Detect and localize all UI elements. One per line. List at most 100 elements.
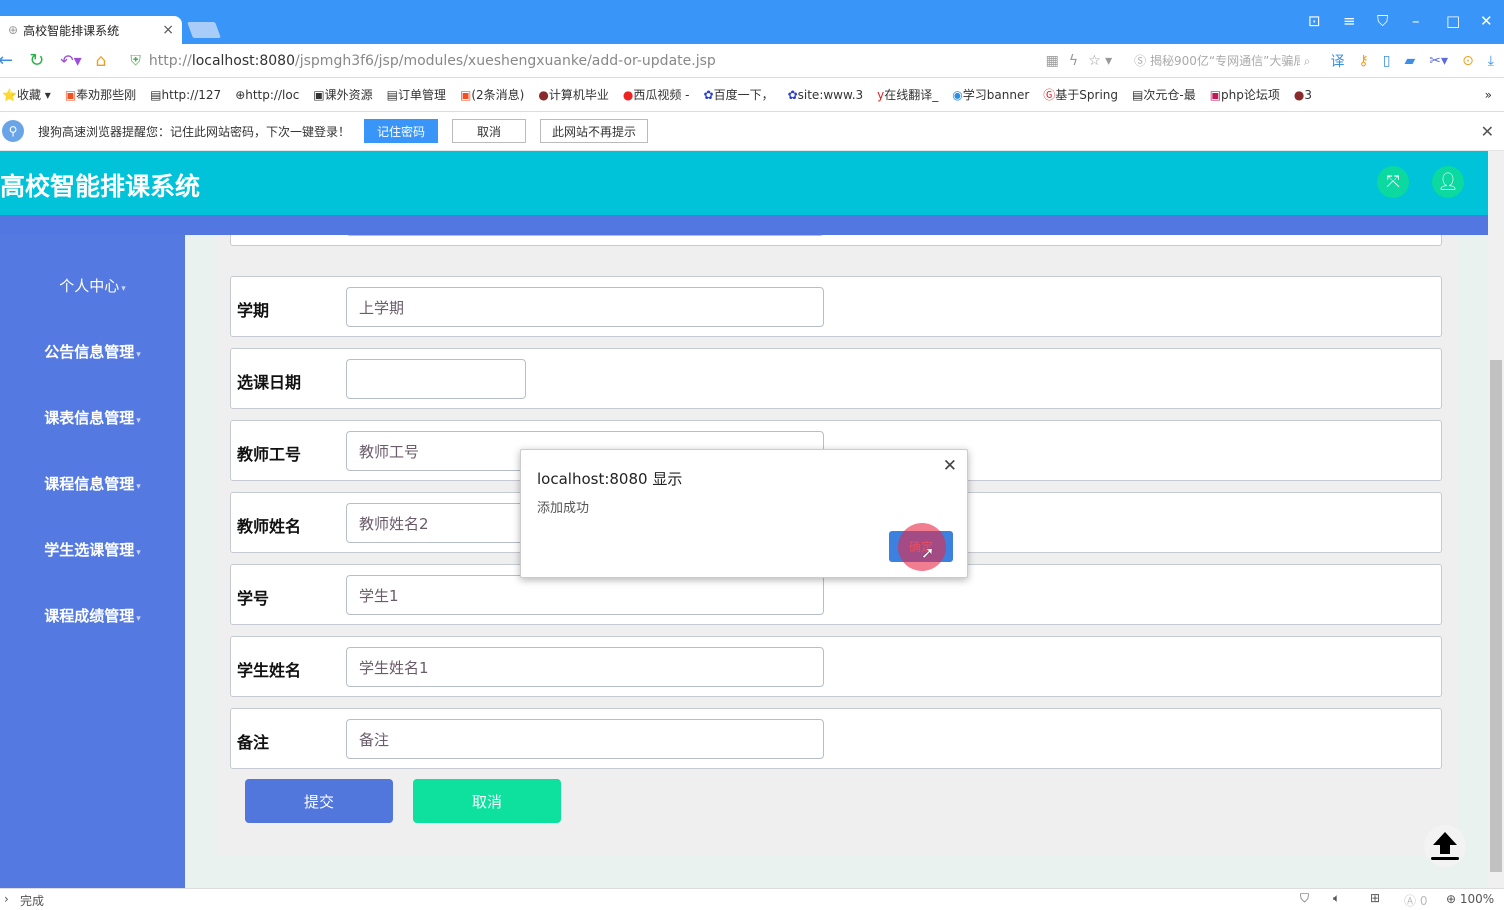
sidebar: 个人中心 ▾ 公告信息管理 ▾ 课表信息管理 ▾ 课程信息管理 ▾ 学生选课管理 ▾ 课程… [0,235,185,888]
bookmark-item[interactable]: ●西瓜视频 - [623,86,690,103]
more-bookmarks-icon[interactable]: » [1485,88,1492,102]
field-label: 备注 [237,733,270,752]
bookmark-item[interactable]: ●3 [1294,88,1312,102]
key-icon: ⚲ [2,120,24,142]
status-arrow-icon: › [4,892,9,906]
shield-icon: ⊕ [8,23,19,37]
adblock-icon[interactable]: Ⓐ 0 [1404,892,1427,909]
more-icon[interactable]: ⊙ [1462,53,1474,69]
back-icon[interactable]: ← [0,50,13,71]
bookmark-item[interactable]: ⊕http://loc [235,88,299,102]
undo-icon[interactable]: ↶▾ [60,51,81,70]
skin-icon[interactable]: ⛉ [1377,12,1388,30]
sidebar-item-selection[interactable]: 学生选课管理 ▾ [0,539,185,560]
date-input[interactable] [346,359,526,399]
sidebar-item-personal[interactable]: 个人中心 ▾ [0,275,185,296]
cancel-button[interactable]: 取消 [413,779,561,823]
zoom-control[interactable]: ⊕ 100% [1446,892,1494,906]
scissors-icon[interactable]: ✂▾ [1429,53,1448,69]
bookmark-item[interactable]: y在线翻译_ [877,86,938,103]
qr-icon[interactable]: ▦ [1046,53,1059,69]
maximize-icon[interactable]: □ [1446,12,1460,30]
sidebar-item-courses[interactable]: 课程信息管理 ▾ [0,473,185,494]
fullscreen-icon[interactable]: ⤧ [1377,166,1409,198]
bookmark-item[interactable]: ▣课外资源 [313,86,372,103]
user-icon[interactable]: 👤︎ [1432,166,1464,198]
menu-icon[interactable]: ≡ [1343,12,1356,30]
bookmark-item[interactable]: ✿百度一下， [704,86,774,103]
close-prompt-icon[interactable]: ✕ [1481,122,1494,141]
home-icon[interactable]: ⌂ [96,51,107,71]
status-text: 完成 [20,894,45,908]
status-bar: › 完成 ⛉ 🔈︎ ⊞ Ⓐ 0 ⊕ 100% [0,888,1504,910]
toolbox-icon[interactable]: ⊞ [1370,891,1380,905]
star-icon[interactable]: ☆ ▾ [1088,53,1112,69]
secure-shield-icon: ⛨ [130,52,141,69]
bookmark-item[interactable]: Ⓖ基于Spring [1043,86,1118,103]
field-label: 选课日期 [237,373,302,392]
bookmark-item[interactable]: ●计算机毕业 [538,86,609,103]
close-window-icon[interactable]: ✕ [1480,12,1493,30]
translate-icon[interactable]: 译 [1331,51,1345,71]
form-row-date: 选课日期 [230,348,1442,409]
sidebar-item-grades[interactable]: 课程成绩管理 ▾ [0,605,185,626]
sidebar-item-timetable[interactable]: 课表信息管理 ▾ [0,407,185,428]
form-row-term: 学期 上学期 [230,276,1442,337]
form-row-grade: 年级大 [230,235,1442,246]
remember-password-button[interactable]: 记住密码 [364,119,439,143]
bookmark-item[interactable]: ▤次元仓-最 [1132,86,1196,103]
grade-input[interactable]: 大 [346,235,824,236]
phone-icon[interactable]: ▯ [1383,53,1391,69]
ad-count: 0 [1419,894,1428,908]
field-label: 学号 [237,589,270,608]
browser-tab[interactable]: ⊕ 高校智能排课系统 × [0,16,182,44]
app-header [0,151,1488,215]
never-prompt-button[interactable]: 此网站不再提示 [540,119,649,143]
dialog-message: 添加成功 [537,501,590,516]
url-input[interactable]: http://localhost:8080/jspmgh3f6/jsp/modu… [149,53,716,69]
bookmarks-bar: ⭐收藏 ▾ ▣奉劝那些刚 ▤http://127 ⊕http://loc ▣课外… [0,78,1504,112]
browser-tab-bar [0,0,1504,44]
close-tab-icon[interactable]: × [162,22,174,38]
refresh-icon[interactable]: ↻ [29,50,44,71]
sidebar-item-notices[interactable]: 公告信息管理 ▾ [0,341,185,362]
bookmark-item[interactable]: ⭐收藏 ▾ [2,86,51,103]
bookmark-item[interactable]: ◉学习banner [952,86,1029,103]
field-label: 学生姓名 [237,661,302,680]
close-dialog-icon[interactable]: ✕ [943,456,957,476]
dialog-title: localhost:8080 显示 [537,470,683,488]
sound-icon[interactable]: 🔈︎ [1333,891,1340,906]
submit-button[interactable]: 提交 [245,779,393,823]
download-icon[interactable]: ⤓ [1488,53,1494,69]
tab-count-icon[interactable]: ⊡ [1308,12,1321,30]
minimize-icon[interactable]: – [1412,12,1420,30]
bookmark-item[interactable]: ✿site:www.3 [788,88,864,102]
bookmark-item[interactable]: ▣奉劝那些刚 [65,86,136,103]
student-id-input[interactable]: 学生1 [346,575,824,615]
address-bar: ← ↻ ↶▾ ⌂ ⛨ http://localhost:8080/jspmgh3… [0,44,1504,78]
field-label: 学期 [237,301,270,320]
form-row-student-name: 学生姓名 学生姓名1 [230,636,1442,697]
zoom-level: 100% [1459,892,1495,906]
scrollbar-thumb[interactable] [1490,360,1502,872]
term-input[interactable]: 上学期 [346,287,824,327]
cancel-prompt-button[interactable]: 取消 [452,119,527,143]
header-strip [0,215,1488,235]
new-tab-button[interactable] [187,22,221,38]
sd-card-icon[interactable]: ▰ [1405,53,1416,69]
bookmark-item[interactable]: ▤http://127 [150,88,221,102]
remark-input[interactable]: 备注 [346,719,824,759]
security-icon[interactable]: ⛉ [1300,891,1309,906]
bookmark-item[interactable]: ▣php论坛项 [1210,86,1280,103]
password-prompt-bar: ⚲ 搜狗高速浏览器提醒您：记住此网站密码，下次一键登录！ 记住密码 取消 此网站… [0,112,1504,151]
form-row-remark: 备注 备注 [230,708,1442,769]
mouse-cursor-icon: ➚ [921,543,935,562]
student-name-input[interactable]: 学生姓名1 [346,647,824,687]
bookmark-item[interactable]: ▤订单管理 [387,86,446,103]
field-label: 教师姓名 [237,517,302,536]
search-box[interactable]: Ⓢ 揭秘900亿“专网通信”大骗局 ⌕ [1134,52,1310,69]
bookmark-item[interactable]: ▣(2条消息) [460,86,524,103]
lightning-icon[interactable]: ϟ [1069,53,1078,69]
key-icon[interactable]: ⚷ [1359,53,1369,69]
back-to-top-icon[interactable] [1424,825,1466,867]
